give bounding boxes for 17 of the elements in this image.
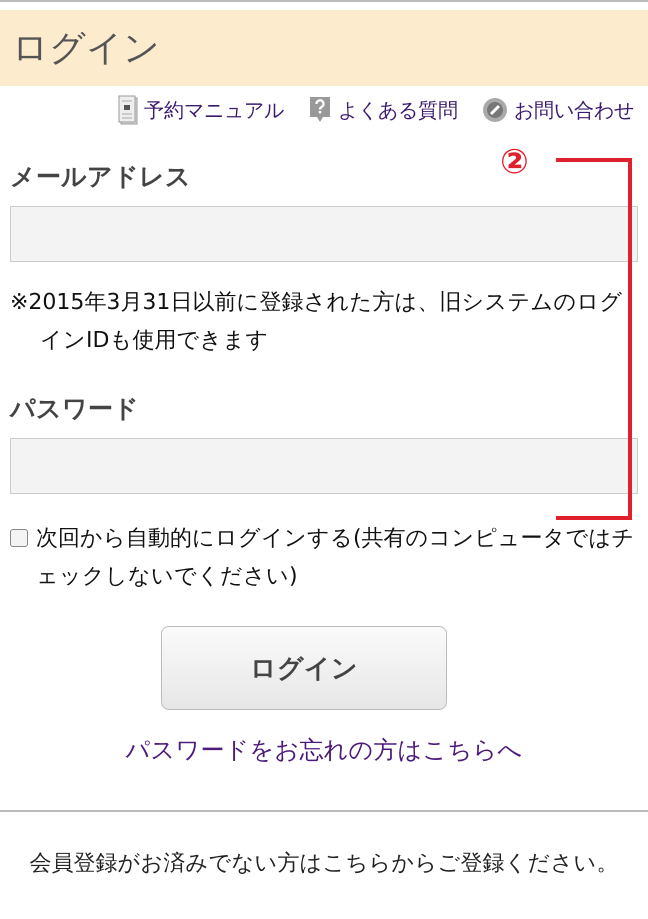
email-label: メールアドレス <box>10 161 191 193</box>
remember-label: 次回から自動的にログインする(共有のコンピュータではチェックしないでください) <box>36 525 636 591</box>
help-link[interactable]: お問い合わせ <box>482 96 634 124</box>
page-title: ログイン <box>12 26 160 70</box>
document-icon <box>118 95 138 125</box>
checkbox[interactable] <box>10 529 28 547</box>
password-field[interactable] <box>10 438 638 494</box>
note-text: ※2015年3月31日以前に登録された方は、旧システムのログインIDも使用できます <box>10 289 624 355</box>
annotation-number: ② <box>500 142 529 182</box>
help-link[interactable]: よくある質問 <box>308 95 458 125</box>
forgot-password-link[interactable]: パスワードをお忘れの方はこちらへ <box>126 736 522 764</box>
help-link[interactable]: 予約マニュアル <box>118 95 284 125</box>
pencil-icon <box>482 97 508 123</box>
email-field[interactable] <box>10 206 638 262</box>
register-text: 会員登録がお済みでない方はこちらからご登録ください。 <box>28 850 620 878</box>
login-button[interactable]: ログイン <box>161 626 447 710</box>
password-label: パスワード <box>10 393 139 425</box>
